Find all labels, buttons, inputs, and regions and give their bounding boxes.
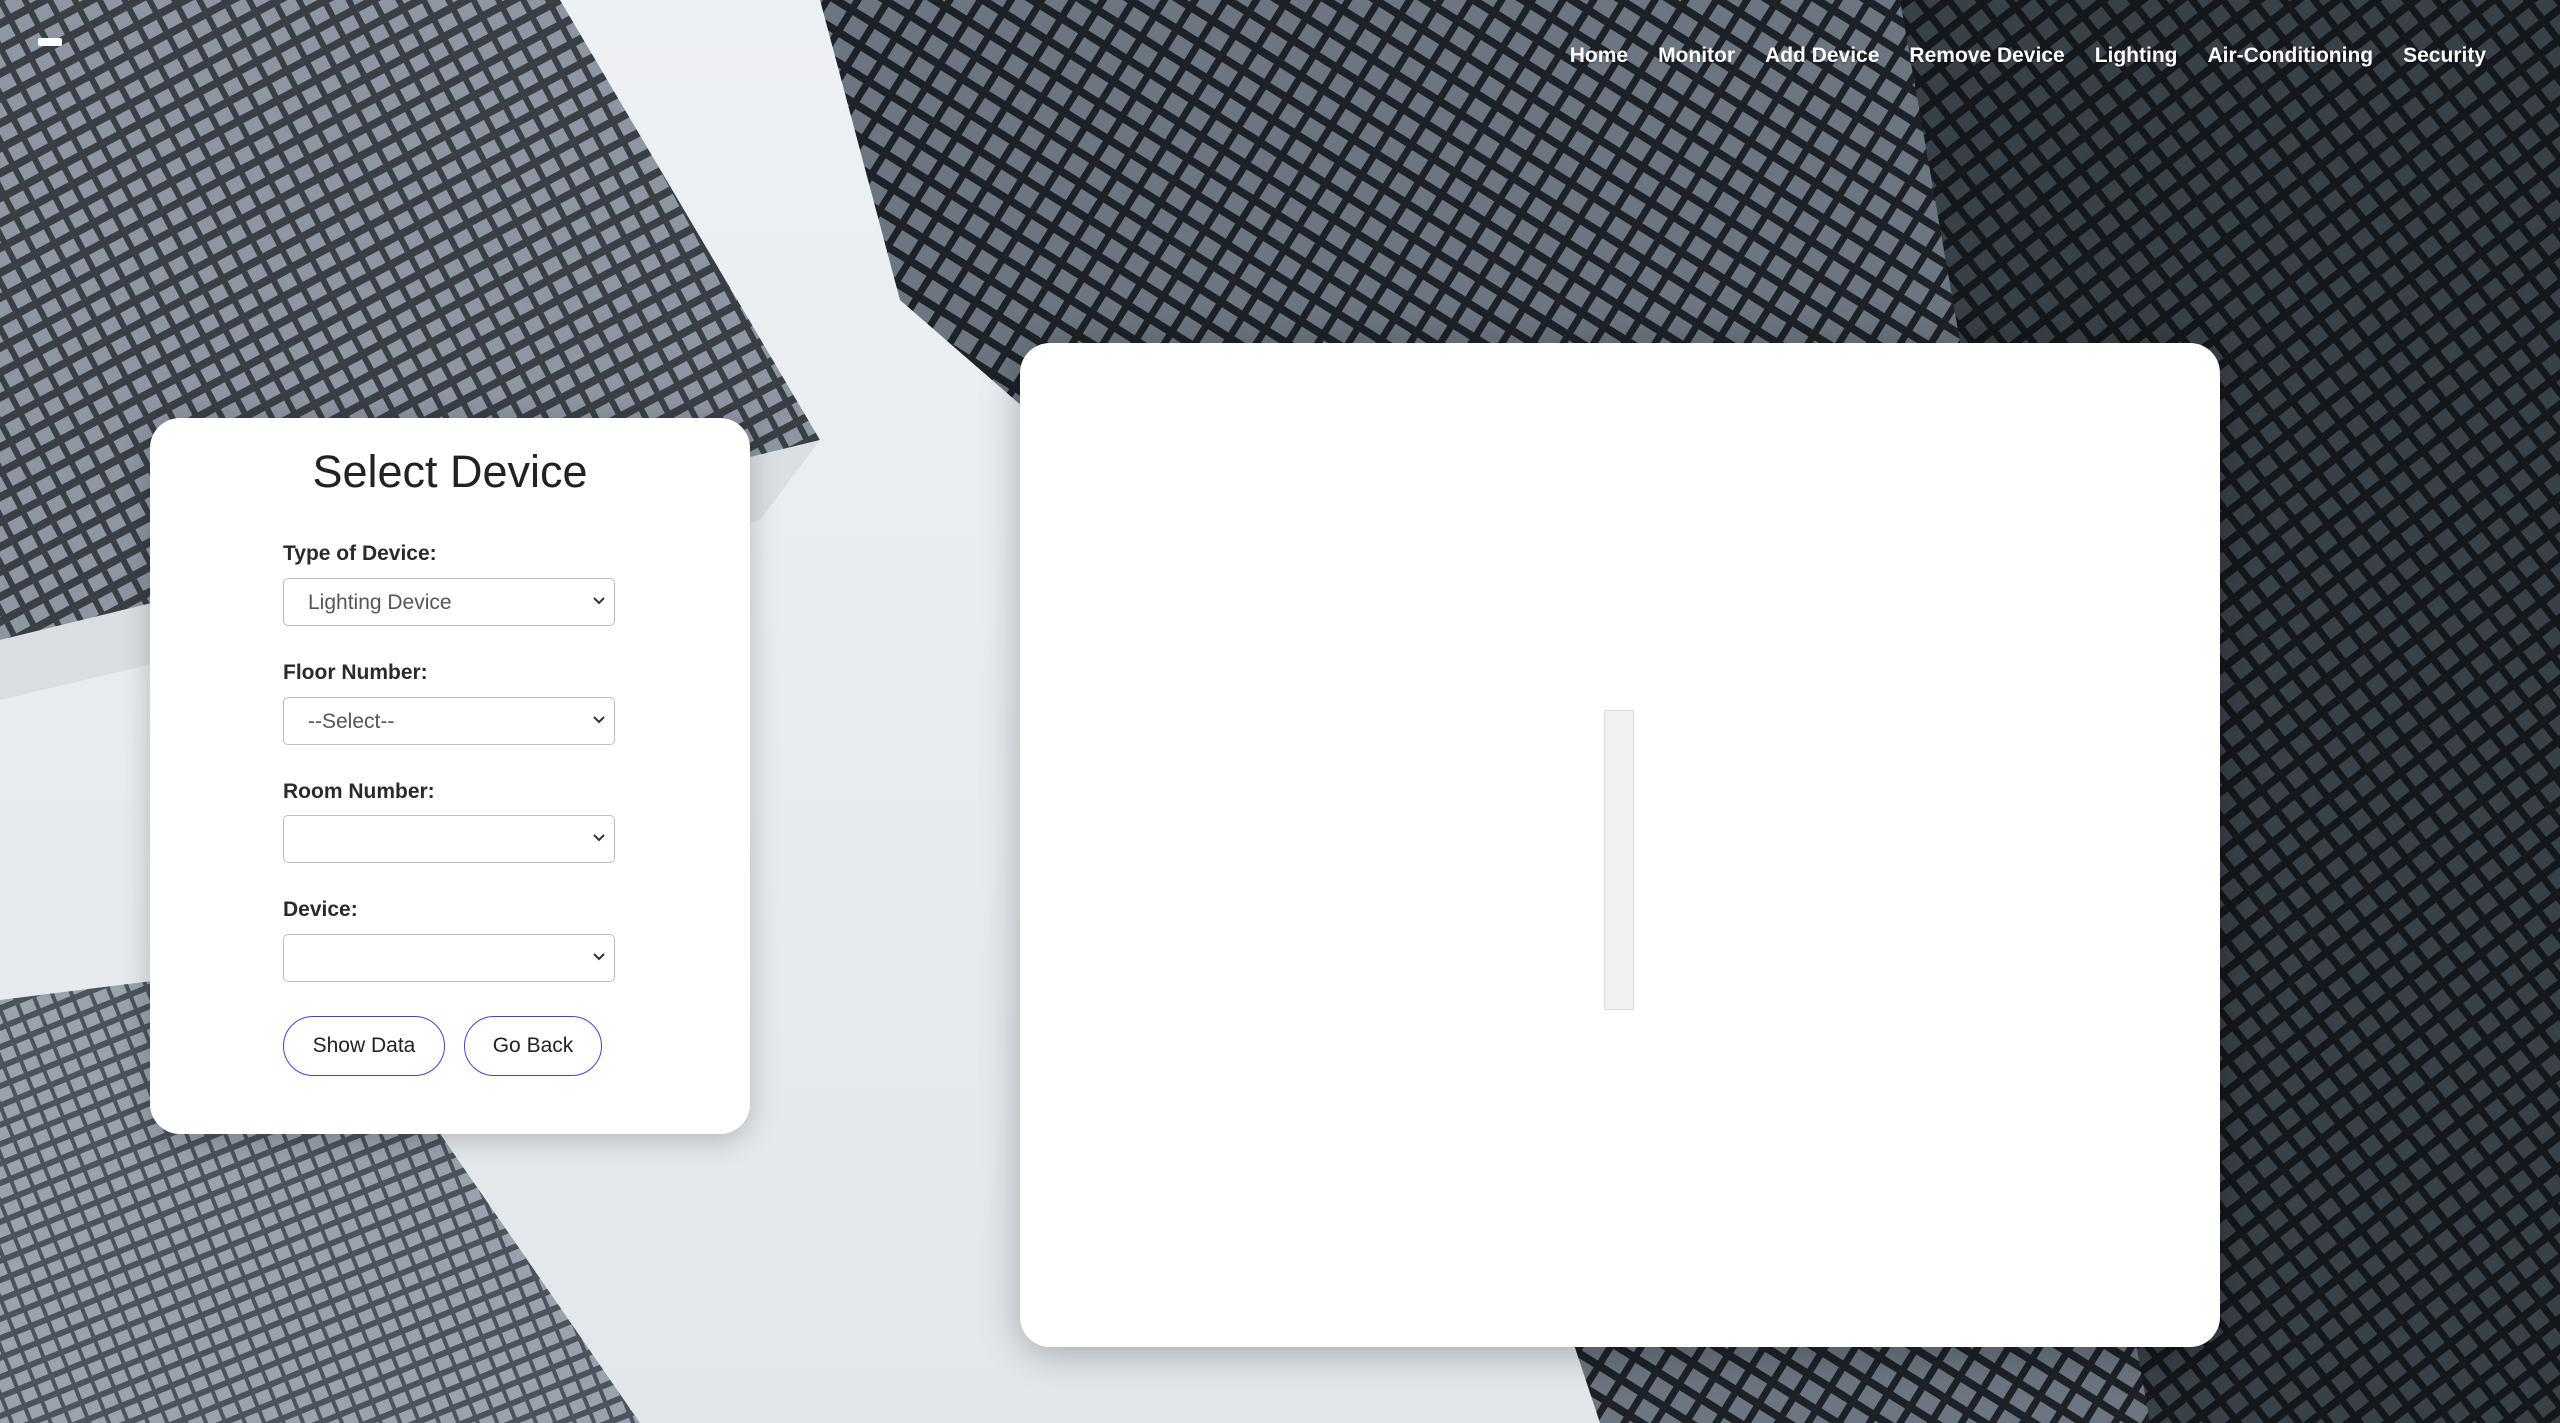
type-select[interactable]: Lighting Device bbox=[283, 578, 615, 626]
go-back-button[interactable]: Go Back bbox=[464, 1016, 602, 1076]
scrollbar[interactable] bbox=[1604, 710, 1634, 1010]
device-select[interactable] bbox=[283, 934, 615, 982]
card-title: Select Device bbox=[312, 446, 588, 497]
room-label: Room Number: bbox=[283, 780, 435, 803]
type-select-value: Lighting Device bbox=[308, 591, 452, 614]
chevron-down-icon bbox=[593, 597, 605, 605]
data-display-panel bbox=[1020, 343, 2220, 1347]
logo-mark bbox=[38, 38, 62, 46]
chevron-down-icon bbox=[593, 953, 605, 961]
select-device-card: Select Device Type of Device: Lighting D… bbox=[150, 418, 750, 1134]
nav-lighting[interactable]: Lighting bbox=[2095, 44, 2178, 68]
nav-remove-device[interactable]: Remove Device bbox=[1909, 44, 2064, 68]
type-label: Type of Device: bbox=[283, 542, 437, 565]
device-label: Device: bbox=[283, 898, 358, 921]
floor-label: Floor Number: bbox=[283, 661, 428, 684]
floor-select-value: --Select-- bbox=[308, 710, 395, 733]
floor-select[interactable]: --Select-- bbox=[283, 697, 615, 745]
nav-home[interactable]: Home bbox=[1570, 44, 1628, 68]
chevron-down-icon bbox=[593, 834, 605, 842]
top-nav: Home Monitor Add Device Remove Device Li… bbox=[1570, 44, 2486, 68]
nav-air-conditioning[interactable]: Air-Conditioning bbox=[2208, 44, 2374, 68]
show-data-button[interactable]: Show Data bbox=[283, 1016, 445, 1076]
nav-monitor[interactable]: Monitor bbox=[1658, 44, 1735, 68]
nav-add-device[interactable]: Add Device bbox=[1765, 44, 1879, 68]
nav-security[interactable]: Security bbox=[2403, 44, 2486, 68]
room-select[interactable] bbox=[283, 815, 615, 863]
chevron-down-icon bbox=[593, 716, 605, 724]
